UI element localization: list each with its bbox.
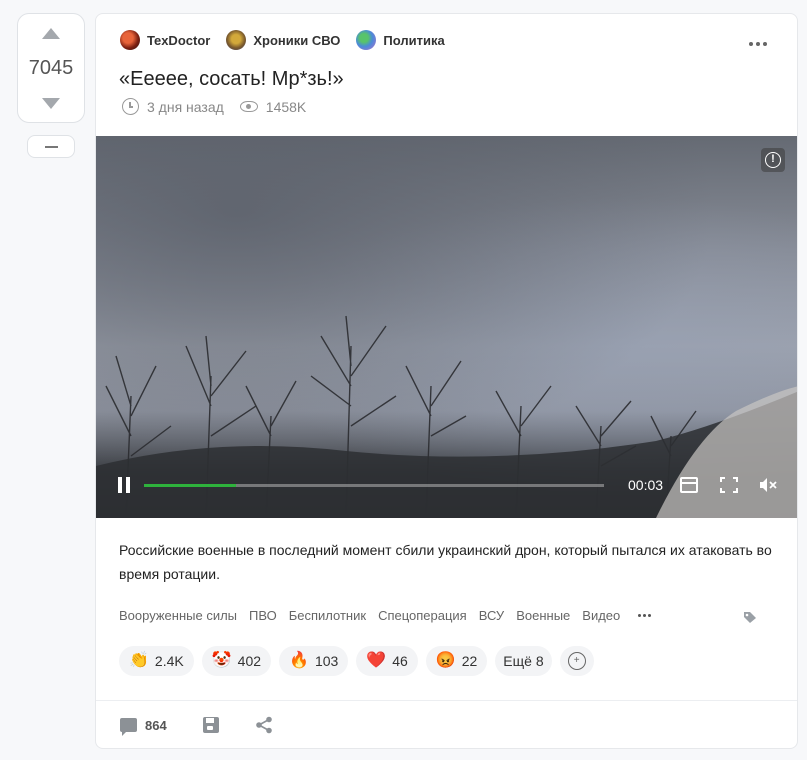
angry-emoji-icon: 😡 — [435, 652, 456, 669]
community-name: Хроники СВО — [253, 32, 341, 48]
tag[interactable]: ПВО — [249, 608, 277, 623]
muted-speaker-icon[interactable] — [759, 477, 777, 493]
divider — [96, 700, 797, 701]
tag[interactable]: ВСУ — [479, 608, 504, 623]
vote-count: 7045 — [28, 57, 74, 79]
pause-icon[interactable] — [117, 477, 131, 493]
clown-emoji-icon: 🤡 — [211, 652, 232, 669]
tag[interactable]: Видео — [582, 608, 620, 623]
comment-count[interactable]: 864 — [145, 718, 167, 733]
minus-icon — [45, 146, 58, 148]
heart-emoji-icon: ❤️ — [366, 652, 387, 669]
chronicles-svo-avatar — [226, 30, 247, 50]
smiley-plus-icon: + — [567, 652, 586, 670]
reaction-count: 22 — [461, 653, 478, 669]
reaction-fire[interactable]: 🔥 103 — [279, 646, 349, 676]
upvote-arrow-icon[interactable] — [42, 28, 60, 39]
post-description: Российские военные в последний момент сб… — [119, 542, 772, 582]
reaction-count: 46 — [392, 653, 408, 669]
post-time: 3 дня назад — [147, 98, 224, 115]
video-frame-trees — [96, 315, 797, 518]
tag[interactable]: Беспилотник — [289, 608, 366, 623]
post-title[interactable]: «Еееее, сосать! Мр*зь!» — [119, 68, 344, 91]
reaction-angry[interactable]: 😡 22 — [425, 646, 488, 676]
video-time: 00:03 — [628, 477, 664, 493]
picture-in-picture-icon[interactable] — [680, 477, 698, 493]
tag-icon[interactable] — [743, 611, 757, 624]
community-politics[interactable]: Политика — [356, 30, 445, 50]
reaction-heart[interactable]: ❤️ 46 — [356, 646, 418, 676]
post-card: TexDoctor Хроники СВО Политика «Еееее, с… — [95, 13, 798, 749]
tag[interactable]: Спецоперация — [378, 608, 467, 623]
reaction-count: 103 — [314, 653, 339, 669]
video-progress-bar[interactable] — [144, 484, 604, 487]
community-name: Политика — [383, 32, 445, 48]
reaction-list: 👏 2.4K 🤡 402 🔥 103 ❤️ 46 😡 22 Ещё 8 + — [119, 646, 594, 676]
community-texdoctor[interactable]: TexDoctor — [120, 30, 210, 50]
video-controls: 00:03 — [96, 466, 797, 518]
vote-panel: 7045 — [17, 13, 85, 123]
downvote-arrow-icon[interactable] — [42, 98, 60, 109]
reaction-clown[interactable]: 🤡 402 — [201, 646, 272, 676]
reaction-count: 402 — [237, 653, 262, 669]
tag[interactable]: Вооруженные силы — [119, 608, 237, 623]
community-name: TexDoctor — [147, 32, 211, 48]
community-chronicles-svo[interactable]: Хроники СВО — [226, 30, 340, 50]
fullscreen-icon[interactable] — [720, 477, 738, 493]
save-icon[interactable] — [202, 717, 219, 733]
reaction-count: 2.4K — [154, 653, 184, 669]
post-views: 1458K — [265, 98, 307, 115]
community-list: TexDoctor Хроники СВО Политика — [120, 30, 461, 50]
add-reaction-button[interactable]: + — [559, 646, 594, 676]
more-tags-icon[interactable] — [638, 614, 652, 617]
collapse-button[interactable] — [27, 135, 75, 158]
comment-icon[interactable] — [120, 718, 137, 736]
clock-icon — [122, 98, 139, 115]
politics-avatar — [356, 30, 377, 50]
fire-emoji-icon: 🔥 — [289, 652, 309, 669]
video-progress-fill — [144, 484, 236, 487]
share-icon[interactable] — [255, 716, 273, 734]
more-reactions-button[interactable]: Ещё 8 — [495, 646, 552, 676]
post-meta: 3 дня назад 1458K — [122, 98, 306, 115]
reaction-clap[interactable]: 👏 2.4K — [119, 646, 194, 676]
post-footer: 864 — [120, 716, 273, 736]
texdoctor-avatar — [120, 30, 140, 50]
report-icon[interactable]: ! — [761, 148, 785, 172]
more-options-icon[interactable] — [749, 42, 767, 46]
clap-emoji-icon: 👏 — [129, 652, 149, 669]
tag[interactable]: Военные — [516, 608, 570, 623]
video-player[interactable]: ! 00:03 — [96, 136, 797, 518]
tag-list: Вооруженные силы ПВО Беспилотник Спецопе… — [119, 608, 652, 623]
eye-icon — [239, 101, 258, 112]
